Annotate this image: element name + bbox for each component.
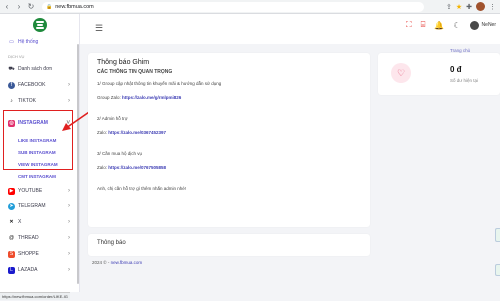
chevron-right-icon: › — [68, 188, 70, 194]
sidebar-scrollbar[interactable] — [77, 44, 79, 284]
back-icon[interactable]: ‹ — [2, 2, 12, 12]
telegram-icon: ➤ — [8, 202, 15, 210]
extensions-icon[interactable]: ✚ — [466, 3, 472, 11]
user-avatar[interactable] — [469, 20, 479, 30]
sidebar-item-lazada[interactable]: L LAZADA › — [0, 264, 76, 276]
chevron-right-icon: › — [68, 203, 70, 209]
submenu-cmt-instagram[interactable]: CMT INSTAGRAM — [18, 174, 56, 179]
cart-notification-icon[interactable]: ⌸ — [421, 20, 426, 30]
zalo-service-link[interactable]: https://zalo.me/0767505858 — [108, 165, 166, 170]
sidebar-item-orders[interactable]: ⛟ Danh sách đơn — [0, 63, 76, 75]
sidebar-item-telegram[interactable]: ➤ TELEGRAM › — [0, 200, 76, 212]
dark-mode-icon[interactable]: ☾ — [453, 21, 460, 30]
pinned-title: Thông báo Ghim — [97, 59, 150, 66]
menu-icon[interactable]: ⋮ — [489, 3, 496, 11]
side-widget-tab[interactable] — [495, 264, 500, 276]
footer: 2024 © - new.fbmua.com — [92, 260, 143, 265]
status-url: https://new.fbmua.com/order/LIKE-IG — [0, 292, 70, 300]
lazada-icon: L — [8, 266, 15, 274]
tiktok-icon: ♪ — [10, 98, 13, 104]
browser-toolbar: ‹ › ↻ 🔒 new.fbmua.com ⇪ ★ ✚ ⋮ — [0, 0, 500, 14]
sidebar-item-youtube[interactable]: ▶ YOUTUBE › — [0, 185, 76, 197]
lock-icon: 🔒 — [46, 3, 53, 10]
chevron-right-icon: › — [68, 267, 70, 273]
balance-label: Số dư hiện tại — [450, 78, 479, 83]
notification-bell-icon[interactable]: 🔔 — [434, 21, 444, 30]
sidebar-item-x[interactable]: ✕ X › — [0, 216, 76, 228]
facebook-icon: f — [8, 81, 15, 89]
sidebar-item-system[interactable]: ▭ Hệ thống — [0, 36, 76, 48]
profile-avatar[interactable] — [476, 2, 485, 11]
services-section-label: DỊCH VỤ — [8, 54, 25, 59]
zalo-group-link[interactable]: https://zalo.me/g/rmlpmi826 — [122, 95, 181, 100]
share-icon[interactable]: ⇪ — [446, 3, 452, 11]
side-widget-tab[interactable] — [495, 228, 500, 242]
top-header: ☰ ⛶ ⌸ 🔔 ☾ NeNer — [80, 14, 500, 44]
bookmark-star-icon[interactable]: ★ — [456, 3, 462, 11]
username-label[interactable]: NeNer — [482, 22, 496, 28]
sidebar-item-thread[interactable]: @ THREAD › — [0, 232, 76, 244]
balance-card: ♡ 0 đ Số dư hiện tại — [378, 53, 500, 95]
shopee-icon: S — [8, 250, 15, 258]
heart-icon: ♡ — [391, 63, 411, 83]
thread-icon: @ — [8, 235, 15, 241]
cart-icon: ⛟ — [8, 65, 15, 72]
notice-card: Thông báo — [88, 234, 370, 256]
sidebar-item-facebook[interactable]: f FACEBOOK › — [0, 79, 76, 91]
url-text: new.fbmua.com — [55, 3, 94, 10]
address-bar[interactable]: 🔒 new.fbmua.com — [42, 1, 424, 12]
hamburger-menu-icon[interactable]: ☰ — [95, 23, 103, 34]
monitor-icon: ▭ — [9, 39, 14, 45]
chevron-right-icon: › — [68, 98, 70, 104]
footer-link[interactable]: new.fbmua.com — [111, 260, 143, 265]
reload-icon[interactable]: ↻ — [26, 2, 36, 12]
x-icon: ✕ — [9, 219, 14, 225]
notice-title: Thông báo — [97, 240, 126, 246]
site-logo[interactable] — [33, 18, 47, 32]
chevron-right-icon: › — [68, 219, 70, 225]
pinned-notice-card: Thông báo Ghim CÁC THÔNG TIN QUAN TRỌNG … — [88, 53, 370, 227]
chevron-right-icon: › — [68, 82, 70, 88]
sidebar-item-shoppe[interactable]: S SHOPPE › — [0, 248, 76, 260]
sidebar-item-tiktok[interactable]: ♪ TIKTOK › — [0, 95, 76, 107]
pinned-line: Anh, chị cần hỗ trợ gì thêm nhắn admin n… — [97, 186, 187, 191]
zalo-admin-link[interactable]: https://zalo.me/0367452397 — [108, 130, 166, 135]
forward-icon[interactable]: › — [14, 2, 24, 12]
chevron-right-icon: › — [68, 235, 70, 241]
fullscreen-icon[interactable]: ⛶ — [406, 20, 412, 30]
balance-value: 0 đ — [450, 65, 462, 74]
youtube-icon: ▶ — [8, 187, 15, 195]
pinned-subtitle: CÁC THÔNG TIN QUAN TRỌNG — [97, 69, 173, 75]
chevron-right-icon: › — [68, 251, 70, 257]
